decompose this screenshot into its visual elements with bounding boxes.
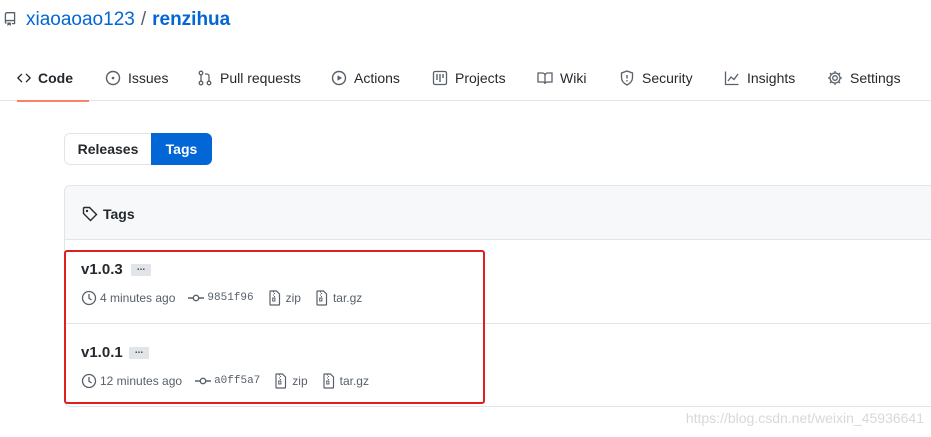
tab-security[interactable]: Security [619,54,693,101]
tab-projects[interactable]: Projects [432,54,506,101]
zip-download[interactable]: zip [273,373,308,389]
releases-tags-toggle: Releases Tags [64,133,212,165]
tags-button[interactable]: Tags [151,133,212,165]
tab-insights[interactable]: Insights [724,54,795,101]
tags-box-title: Tags [103,206,135,222]
zip-label[interactable]: zip [292,374,307,388]
issue-icon [105,70,121,85]
tag-meta: 4 minutes ago 9851f96 zip tar.gz [81,290,375,306]
tag-time: 4 minutes ago [81,290,175,306]
graph-icon [724,71,739,85]
play-icon [331,70,347,85]
commit-icon [195,377,212,385]
repo-icon [4,12,16,26]
tag-icon [82,206,98,222]
tab-pull-requests[interactable]: Pull requests [197,54,301,101]
zip-label[interactable]: zip [286,291,301,305]
tab-issues-label: Issues [128,69,169,86]
file-zip-icon [269,290,280,306]
file-zip-icon [316,290,328,306]
tags-box-header: Tags [65,186,931,240]
tag-time-text: 12 minutes ago [100,374,183,388]
file-zip-icon [323,373,334,389]
pull-request-icon [198,70,212,85]
code-icon [17,73,31,82]
repo-tabnav: Code Issues Pull requests Actions Projec… [0,54,931,102]
tab-settings[interactable]: Settings [827,54,901,101]
releases-button[interactable]: Releases [64,133,151,165]
clock-icon [81,290,97,306]
book-icon [537,71,553,84]
tab-pull-requests-label: Pull requests [220,69,301,86]
commit-sha[interactable]: 9851f96 [207,292,253,304]
tab-wiki[interactable]: Wiki [537,54,586,101]
repo-title: xiaoaoao123 / renzihua [26,9,230,31]
repo-owner-link[interactable]: xiaoaoao123 [26,9,135,31]
tab-code-label: Code [38,69,73,86]
tag-name-link[interactable]: v1.0.3 [81,261,123,278]
tag-name-link[interactable]: v1.0.1 [81,344,123,361]
ellipsis-button[interactable]: ... [129,346,149,359]
tab-code[interactable]: Code [17,54,89,102]
tab-projects-label: Projects [455,69,506,86]
shield-icon [620,69,634,86]
tab-actions[interactable]: Actions [331,54,400,101]
tag-time-text: 4 minutes ago [100,291,176,305]
watermark: https://blog.csdn.net/weixin_45936641 [685,410,924,426]
tab-security-label: Security [642,69,693,86]
tab-insights-label: Insights [747,69,796,86]
tab-settings-label: Settings [850,69,901,86]
commit-icon [188,294,205,302]
targz-label[interactable]: tar.gz [333,291,362,305]
tab-wiki-label: Wiki [560,69,587,86]
commit-sha[interactable]: a0ff5a7 [214,375,260,387]
repo-name-link[interactable]: renzihua [152,9,230,31]
tab-issues[interactable]: Issues [105,54,168,101]
targz-download[interactable]: tar.gz [321,373,369,389]
tag-row: v1.0.3 ... 4 minutes ago 9851f96 zip tar… [65,241,931,324]
tag-meta: 12 minutes ago a0ff5a7 zip tar.gz [81,373,382,389]
tag-commit[interactable]: a0ff5a7 [195,373,260,389]
zip-download[interactable]: zip [267,290,301,306]
ellipsis-button[interactable]: ... [131,263,151,276]
gear-icon [828,70,842,85]
targz-label[interactable]: tar.gz [340,374,369,388]
tab-actions-label: Actions [354,69,400,86]
tags-box: Tags v1.0.3 ... 4 minutes ago 9851f96 zi… [64,185,931,407]
tag-commit[interactable]: 9851f96 [188,290,254,306]
file-zip-icon [275,373,287,389]
repo-separator: / [140,9,147,30]
tag-time: 12 minutes ago [81,373,182,389]
targz-download[interactable]: tar.gz [314,290,362,306]
clock-icon [81,373,97,389]
tag-row: v1.0.1 ... 12 minutes ago a0ff5a7 zip ta… [65,324,931,407]
project-icon [432,70,448,85]
